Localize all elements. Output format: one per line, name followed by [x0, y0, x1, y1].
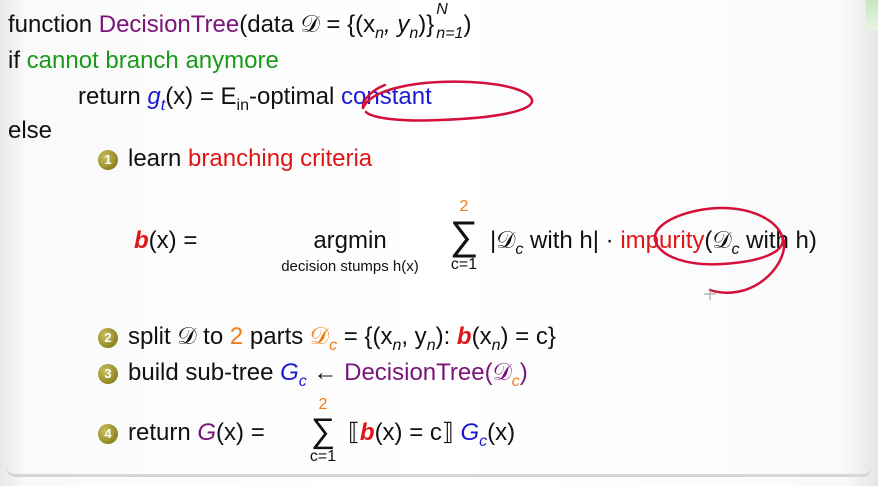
step-number-badge: 3 [98, 364, 118, 384]
step-1: 1 learn branching criteria [98, 144, 372, 174]
stop-condition: cannot branch anymore [26, 47, 279, 74]
step-4-summand: ⟦b(x) = c⟧ Gc(x) [348, 419, 516, 450]
step-number-badge: 2 [98, 328, 118, 348]
if-line: if cannot branch anymore [8, 47, 279, 74]
step-2: 2 split 𝒟 to 2 parts 𝒟c = {(xn, yn): b(xn… [98, 322, 556, 361]
function-name: DecisionTree [98, 11, 240, 38]
else-line: else [8, 117, 53, 144]
function-signature: function DecisionTree(data 𝒟 = {(xn, yn)… [8, 1, 472, 42]
return-constant-line: return gt(x) = Ein-optimal constant [78, 83, 432, 114]
argmin-operator: argmin decision stumps h(x) [281, 227, 419, 275]
formula-b: b(x) = [134, 227, 198, 254]
step-4-prefix: 4 return G(x) = [98, 418, 265, 448]
impurity-label: impurity [620, 227, 705, 254]
sum-operator: 2 ∑ c=1 [449, 198, 479, 273]
sum-operator-2: 2 ∑ c=1 [309, 396, 337, 465]
constant-label: constant [341, 83, 432, 110]
step-3: 3 build sub-tree Gc ← DecisionTree(𝒟c) [98, 358, 528, 397]
step-number-badge: 1 [98, 150, 118, 170]
step-number-badge: 4 [98, 424, 118, 444]
formula-summand: |𝒟c with h| · impurity(𝒟c with h) [490, 227, 817, 258]
